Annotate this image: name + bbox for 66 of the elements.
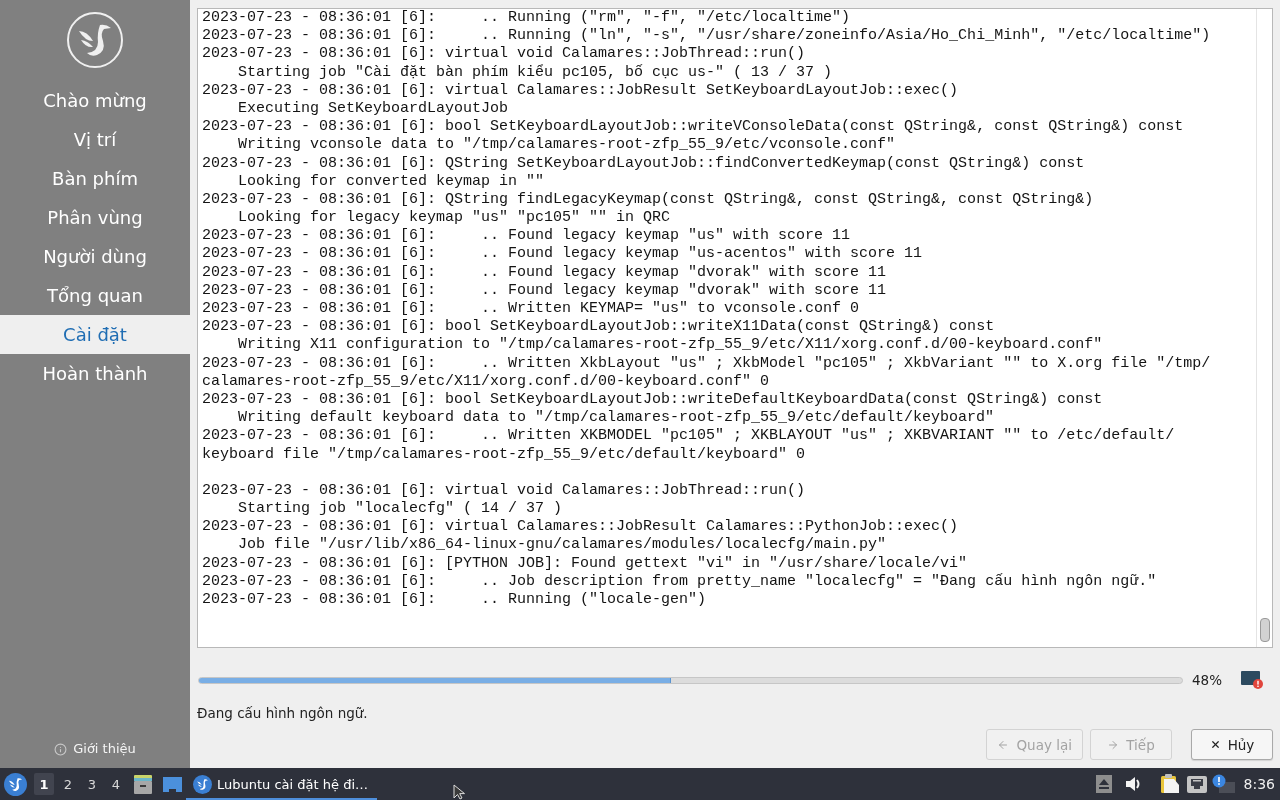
taskbar-window-button[interactable]: Lubuntu cài đặt hệ đi… <box>186 770 377 800</box>
log-line: 2023-07-23 - 08:36:01 [6]: virtual Calamares::JobResult Calamares::PythonJob::exec() <box>202 518 959 537</box>
speaker-icon[interactable] <box>1124 776 1142 792</box>
sidebar-item[interactable]: Tổng quan <box>47 284 143 307</box>
arrow-left-icon <box>997 738 1010 751</box>
sidebar-item[interactable]: Cài đặt <box>0 315 190 354</box>
log-line: 2023-07-23 - 08:36:01 [6]: virtual Calamares::JobResult SetKeyboardLayoutJob::exec() <box>202 81 959 100</box>
clipboard-icon[interactable] <box>1159 774 1180 794</box>
log-line: 2023-07-23 - 08:36:01 [6]: QString findLegacyKeymap(const QString&, const QString&, const QString&) <box>202 190 1094 210</box>
log-line: Job file "/usr/lib/x86_64-linux-gnu/calamares/modules/localecfg/main.py" <box>238 536 887 555</box>
network-port-icon[interactable] <box>1186 775 1207 793</box>
status-text: Đang cấu hình ngôn ngữ. <box>197 704 368 722</box>
bird-emblem-icon <box>67 12 123 68</box>
log-line: 2023-07-23 - 08:36:01 [6]: bool SetKeyboardLayoutJob::writeVConsoleData(const QString&, const QString&) const <box>202 118 1184 137</box>
sidebar-item[interactable]: Hoàn thành <box>42 362 148 385</box>
sidebar-item[interactable]: Chào mừng <box>43 89 147 112</box>
log-line: keyboard file "/tmp/calamares-root-zfp_55_9/etc/default/keyboard" 0 <box>202 445 806 464</box>
log-line: 2023-07-23 - 08:36:01 [6]: .. Running ("locale-gen") <box>202 591 707 610</box>
log-line: Starting job "localecfg" ( 14 / 37 ) <box>238 500 563 519</box>
log-line: Writing X11 configuration to "/tmp/calamares-root-zfp_55_9/etc/X11/xorg.conf.d/00-keyboard.conf" <box>238 336 1103 355</box>
log-line: 2023-07-23 - 08:36:01 [6]: bool SetKeyboardLayoutJob::writeDefaultKeyboardData(const QString&) const <box>202 390 1103 410</box>
arrow-right-icon <box>1107 738 1120 751</box>
log-line: 2023-07-23 - 08:36:01 [6]: .. Job description from pretty_name "localecfg" = "Đang cấu hình ngôn ngữ." <box>202 572 1157 591</box>
log-line: 2023-07-23 - 08:36:01 [6]: .. Running ("ln", "-s", "/usr/share/zoneinfo/Asia/Ho_Chi_Minh", "/etc/localtime") <box>202 27 1211 46</box>
desktop-switch-button[interactable]: 4 <box>106 773 126 795</box>
progress-percent: 48% <box>1192 672 1222 688</box>
log-line: 2023-07-23 - 08:36:01 [6]: virtual void Calamares::JobThread::run() <box>202 481 806 501</box>
scrollbar-thumb[interactable] <box>1259 618 1270 642</box>
close-icon <box>1209 739 1221 750</box>
log-line: 2023-07-23 - 08:36:01 [6]: virtual void Calamares::JobThread::run() <box>202 45 806 64</box>
desktop-switch-button[interactable]: 3 <box>82 773 102 795</box>
desktop-switch-button[interactable]: 1 <box>34 773 54 795</box>
file-cabinet-icon[interactable] <box>133 773 153 795</box>
cancel-button[interactable]: Hủy <box>1191 729 1273 760</box>
log-line: 2023-07-23 - 08:36:01 [6]: .. Written XkbLayout "us" ; XkbModel "pc105" ; XkbVariant "" to X.org file "/tmp/ <box>202 354 1211 373</box>
sidebar-item[interactable]: Vị trí <box>73 128 117 151</box>
log-line: Writing default keyboard data to "/tmp/calamares-root-zfp_55_9/etc/default/keyboard" <box>238 409 995 428</box>
clock: 8:36 <box>1243 776 1275 792</box>
log-line: Executing SetKeyboardLayoutJob <box>238 99 509 119</box>
log-line: 2023-07-23 - 08:36:01 [6]: .. Found legacy keymap "us" with score 11 <box>202 227 851 246</box>
log-line: 2023-07-23 - 08:36:01 [6]: [PYTHON JOB]: Found gettext "vi" in "/usr/share/locale/vi" <box>202 554 968 573</box>
log-line: Writing vconsole data to "/tmp/calamares-root-zfp_55_9/etc/vconsole.conf" <box>238 136 896 155</box>
notification-alert-icon[interactable] <box>1211 774 1235 794</box>
eject-icon[interactable] <box>1095 775 1112 793</box>
log-line: 2023-07-23 - 08:36:01 [6]: .. Found legacy keymap "dvorak" with score 11 <box>202 263 887 282</box>
log-line: calamares-root-zfp_55_9/etc/X11/xorg.conf.d/00-keyboard.conf" 0 <box>202 372 770 391</box>
sidebar-item[interactable]: Phân vùng <box>47 206 143 229</box>
about-button[interactable]: Giới thiệu <box>54 740 136 758</box>
log-line: 2023-07-23 - 08:36:01 [6]: .. Written XKBMODEL "pc105" ; XKBLAYOUT "us" ; XKBVARIANT "" to /etc/default/ <box>202 427 1175 446</box>
log-line: 2023-07-23 - 08:36:01 [6]: QString SetKeyboardLayoutJob::findConvertedKeymap(const QString&) const <box>202 154 1085 173</box>
log-line: Looking for legacy keymap "us" "pc105" "" in QRC <box>238 209 671 228</box>
log-line: 2023-07-23 - 08:36:01 [6]: .. Written KEYMAP= "us" to vconsole.conf 0 <box>202 300 860 319</box>
log-line: Starting job "Cài đặt bàn phím kiểu pc105, bố cục us-" ( 13 / 37 ) <box>238 63 833 82</box>
log-line: Looking for converted keymap in "" <box>238 172 545 191</box>
desktop-icon[interactable] <box>162 775 183 793</box>
log-line: 2023-07-23 - 08:36:01 [6]: .. Found legacy keymap "us-acentos" with score 11 <box>202 245 923 264</box>
desktop-switch-button[interactable]: 2 <box>58 773 78 795</box>
log-line: 2023-07-23 - 08:36:01 [6]: .. Found legacy keymap "dvorak" with score 11 <box>202 281 887 300</box>
info-icon <box>54 742 68 756</box>
sidebar-item[interactable]: Người dùng <box>43 245 147 268</box>
log-line: 2023-07-23 - 08:36:01 [6]: .. Running ("rm", "-f", "/etc/localtime") <box>202 9 851 28</box>
log-line: 2023-07-23 - 08:36:01 [6]: bool SetKeyboardLayoutJob::writeX11Data(const QString&) const <box>202 318 995 337</box>
bird-logo-icon[interactable] <box>4 772 27 796</box>
bird-logo-icon <box>193 774 212 794</box>
display-alert-icon <box>1241 671 1263 689</box>
sidebar-item[interactable]: Bàn phím <box>52 167 138 190</box>
